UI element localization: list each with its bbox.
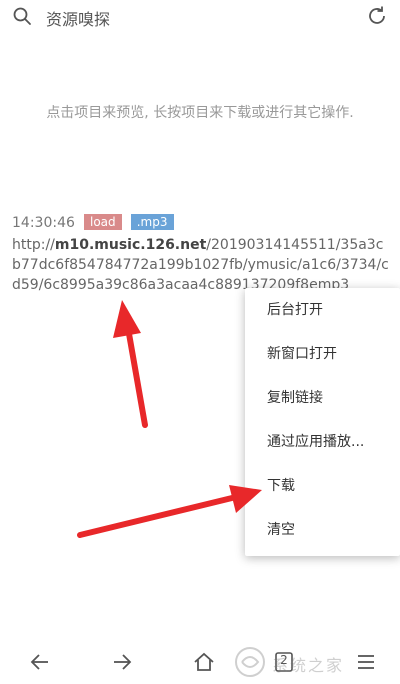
watermark-logo-icon (235, 647, 265, 677)
back-arrow-icon[interactable] (28, 650, 52, 674)
arrow-right-annotation (77, 485, 262, 538)
forward-arrow-icon[interactable] (110, 650, 134, 674)
home-icon[interactable] (192, 650, 216, 674)
watermark-text: 系统之家 (272, 656, 345, 675)
watermark: 系统之家 (232, 640, 400, 684)
arrow-up-annotation (113, 300, 148, 428)
annotation-arrows (77, 300, 262, 538)
